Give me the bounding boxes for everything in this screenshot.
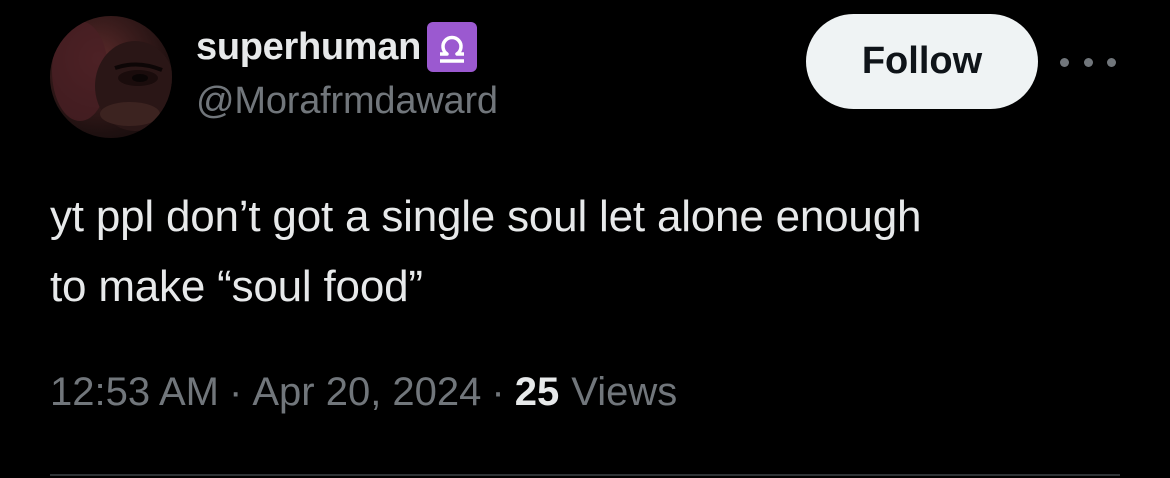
- author-display-name[interactable]: superhuman: [196, 26, 421, 69]
- tweet-meta: 12:53 AM · Apr 20, 2024 · 25 Views: [50, 370, 677, 415]
- tweet-text: yt ppl don’t got a single soul let alone…: [50, 182, 1130, 322]
- divider: [50, 474, 1120, 476]
- tweet-date[interactable]: Apr 20, 2024: [252, 370, 481, 415]
- author-name-row: superhuman: [196, 22, 478, 72]
- meta-separator: ·: [491, 370, 505, 414]
- more-horizontal-icon[interactable]: [1060, 50, 1116, 74]
- avatar-image: [52, 21, 172, 131]
- libra-icon: [427, 22, 478, 72]
- views-label: Views: [571, 370, 678, 414]
- more-dot: [1107, 57, 1116, 67]
- follow-button[interactable]: Follow: [806, 14, 1038, 109]
- more-dot: [1083, 57, 1093, 67]
- meta-separator: ·: [229, 370, 243, 414]
- tweet-text-line: to make “soul food”: [50, 262, 423, 311]
- avatar[interactable]: [50, 16, 172, 138]
- tweet-card: superhuman @Morafrmdaward Follow yt ppl …: [0, 0, 1170, 478]
- views-count: 25: [514, 370, 560, 414]
- tweet-text-line: yt ppl don’t got a single soul let alone…: [50, 192, 922, 241]
- more-dot: [1060, 57, 1069, 67]
- author-handle[interactable]: @Morafrmdaward: [196, 80, 498, 123]
- tweet-time[interactable]: 12:53 AM: [50, 370, 219, 415]
